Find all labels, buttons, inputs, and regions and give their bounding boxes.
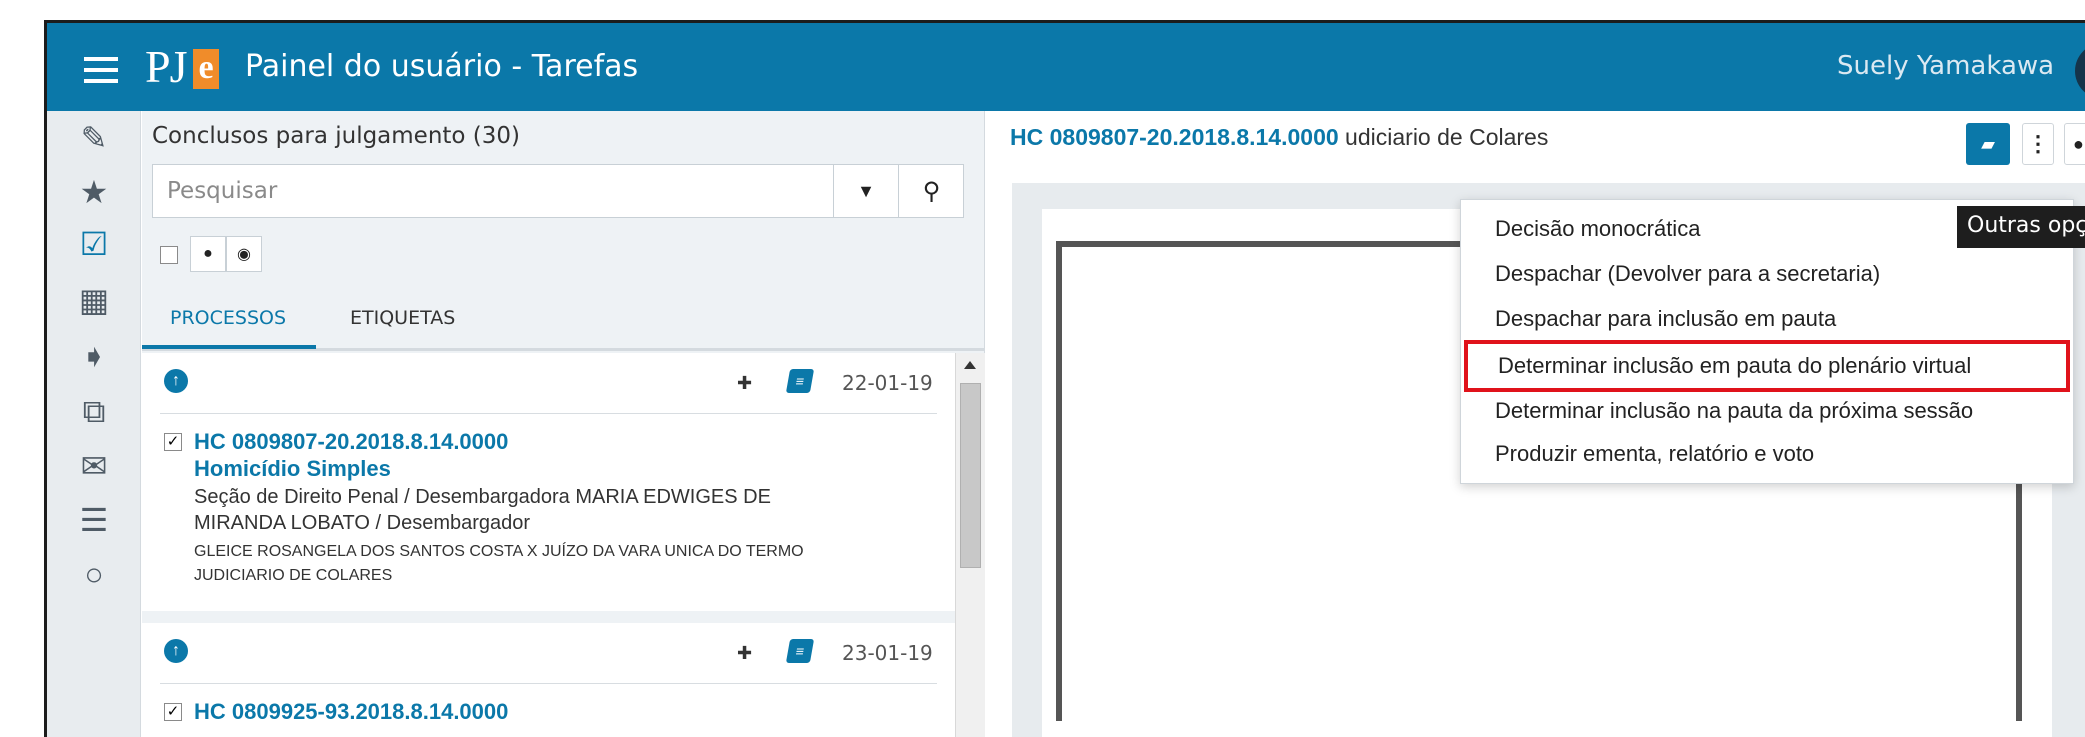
arrow-up-circle-icon[interactable]: ↑ <box>164 639 188 663</box>
scroll-up-arrow[interactable] <box>964 361 976 369</box>
detail-process-number[interactable]: HC 0809807-20.2018.8.14.0000 <box>1010 124 1339 150</box>
tab-processos[interactable]: PROCESSOS <box>170 307 286 329</box>
select-all-checkbox[interactable] <box>160 246 178 264</box>
list-toolbar: ● ◉ <box>160 236 262 272</box>
task-list-title: Conclusos para julgamento (30) <box>152 123 521 149</box>
tag-icon[interactable]: ● <box>190 236 226 272</box>
arrow-up-circle-icon[interactable]: ↑ <box>164 369 188 393</box>
pencil-icon[interactable]: ✎ <box>47 113 141 163</box>
scroll-thumb[interactable] <box>960 383 981 568</box>
tooltip: Outras opções <box>1957 206 2085 248</box>
process-class: Homicídio Simples <box>194 456 391 481</box>
book-icon[interactable]: ≡ <box>785 369 815 393</box>
divider <box>160 413 937 414</box>
list-item[interactable]: ↑ ✚ ≡ 22-01-19 ✓ HC 0809807-20.2018.8.14… <box>142 353 955 611</box>
menu-item-highlighted[interactable]: Determinar inclusão em pauta do plenário… <box>1464 340 2070 392</box>
detail-header: HC 0809807-20.2018.8.14.0000 udiciario d… <box>1010 124 1548 151</box>
list-scrollbar[interactable] <box>955 353 985 737</box>
item-checkbox[interactable]: ✓ <box>164 703 182 721</box>
screenshot-frame: PJ e Painel do usuário - Tarefas Suely Ya… <box>0 0 2085 737</box>
book-icon[interactable]: ≡ <box>785 639 815 663</box>
copy-icon[interactable]: ⧉ <box>47 387 141 437</box>
process-list: ↑ ✚ ≡ 22-01-19 ✓ HC 0809807-20.2018.8.14… <box>142 353 955 737</box>
item-date: 22-01-19 <box>842 371 933 395</box>
list-tabs: PROCESSOS ETIQUETAS <box>142 289 985 351</box>
book-button[interactable]: ▰ <box>1966 123 2010 165</box>
menu-item[interactable]: Determinar inclusão na pauta da próxima … <box>1495 398 1973 424</box>
top-bar: PJ e Painel do usuário - Tarefas Suely Ya… <box>47 23 2085 111</box>
process-number[interactable]: HC 0809925-93.2018.8.14.0000 <box>194 699 508 725</box>
tag-count-button[interactable]: ● 0 <box>2064 123 2085 165</box>
menu-item[interactable]: Despachar (Devolver para a secretaria) <box>1495 261 1880 287</box>
process-number[interactable]: HC 0809807-20.2018.8.14.0000 <box>194 429 508 455</box>
menu-item[interactable]: Despachar para inclusão em pauta <box>1495 306 1836 332</box>
icon-rail: ✎ ★ ☑ ▦ ➧ ⧉ ✉ ☰ ○ <box>47 111 141 737</box>
more-options-button[interactable]: ⋮ <box>2022 123 2054 165</box>
detail-process-suffix: udiciario de Colares <box>1338 124 1549 150</box>
server-icon[interactable]: ☰ <box>47 495 141 545</box>
pin-icon[interactable]: ✚ <box>737 643 752 664</box>
pin-icon[interactable]: ✚ <box>737 373 752 394</box>
menu-item[interactable]: Produzir ementa, relatório e voto <box>1495 441 1814 467</box>
divider <box>160 683 937 684</box>
active-tab-indicator <box>142 345 316 349</box>
process-organ: Seção de Direito Penal / Desembargadora … <box>194 486 771 534</box>
tab-etiquetas[interactable]: ETIQUETAS <box>350 307 455 329</box>
app-window: PJ e Painel do usuário - Tarefas Suely Ya… <box>44 20 2085 737</box>
circle-arrow-icon[interactable]: ◉ <box>226 236 262 272</box>
list-item[interactable]: ↑ ✚ ≡ 23-01-19 ✓ HC 0809925-93.2018.8.14… <box>142 623 955 737</box>
search-box: ▼ ⚲ <box>152 164 964 218</box>
search-icon[interactable]: ○ <box>47 549 141 599</box>
caret-down-icon[interactable]: ▼ <box>833 165 898 217</box>
envelope-icon[interactable]: ✉ <box>47 441 141 491</box>
item-date: 23-01-19 <box>842 641 933 665</box>
menu-item[interactable]: Decisão monocrática <box>1495 216 1700 242</box>
tags-icon[interactable]: ➧ <box>47 331 141 381</box>
search-button[interactable]: ⚲ <box>898 165 964 217</box>
avatar[interactable] <box>2075 43 2085 99</box>
checkbox-icon[interactable]: ☑ <box>47 219 141 269</box>
calendar-icon[interactable]: ▦ <box>47 275 141 325</box>
menu-icon[interactable] <box>84 57 118 83</box>
process-parties: GLEICE ROSANGELA DOS SANTOS COSTA X JUÍZ… <box>194 543 804 584</box>
search-input[interactable] <box>153 165 833 217</box>
item-checkbox[interactable]: ✓ <box>164 433 182 451</box>
star-icon[interactable]: ★ <box>47 167 141 217</box>
page-title: Painel do usuário - Tarefas <box>245 49 639 84</box>
user-name[interactable]: Suely Yamakawa <box>1837 51 2054 81</box>
task-list-panel: Conclusos para julgamento (30) ▼ ⚲ ● ◉ P… <box>142 111 985 737</box>
